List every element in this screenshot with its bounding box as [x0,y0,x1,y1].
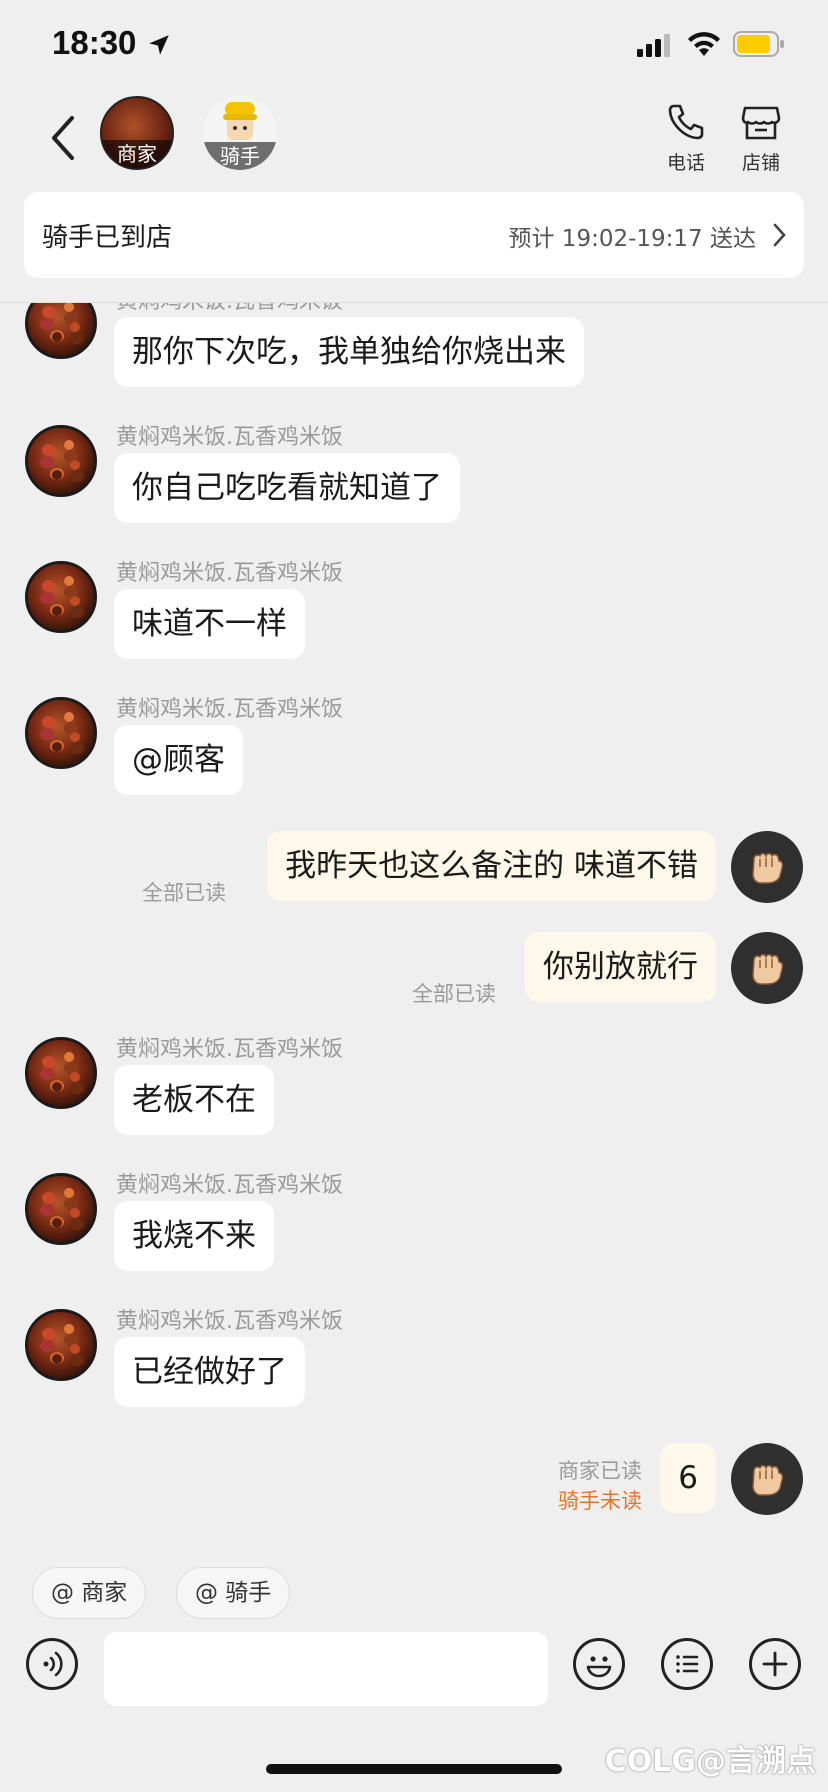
delivery-status-banner[interactable]: 骑手已到店 预计 19:02-19:17 送达 [24,192,804,278]
mention-merchant-chip[interactable]: @ 商家 [32,1567,147,1619]
user-avatar[interactable] [731,932,803,1004]
merchant-message-avatar[interactable] [25,1309,97,1381]
user-avatar[interactable] [731,831,803,903]
location-arrow-icon [149,35,169,55]
watermark: COLG@言溯点 [604,1744,816,1779]
merchant-message-avatar[interactable] [25,1173,97,1245]
status-bar: 18:30 [0,0,828,90]
more-options-button[interactable] [661,1638,713,1690]
mention-rider-chip[interactable]: @ 骑手 [176,1567,291,1619]
delivery-status-text: 骑手已到店 [42,223,173,253]
message-bubble[interactable]: 老板不在 [114,1065,274,1135]
message-sender-name: 黄焖鸡米饭.瓦香鸡米饭 [116,561,343,586]
message-input[interactable] [104,1632,548,1706]
message-bubble[interactable]: 你别放就行 [525,932,716,1002]
battery-icon [733,31,784,57]
message-bubble[interactable]: 那你下次吃，我单独给你烧出来 [114,317,584,387]
message-bubble[interactable]: 你自己吃吃看就知道了 [114,453,460,523]
chat-message-list[interactable]: 黄焖鸡米饭.瓦香鸡米饭 那你下次吃，我单独给你烧出来 黄焖鸡米饭.瓦香鸡米饭 你… [0,303,828,1543]
add-icon [762,1651,788,1677]
read-status: 全部已读 [142,881,226,905]
rider-avatar-tag: 骑手 [203,142,277,170]
read-status-rider: 骑手未读 [558,1489,642,1513]
fist-icon [752,1465,784,1496]
message-bubble[interactable]: 我烧不来 [114,1201,274,1271]
user-avatar[interactable] [731,1443,803,1515]
emoji-icon [586,1656,612,1678]
merchant-avatar-tag: 商家 [102,140,172,168]
message-bubble[interactable]: 6 [660,1443,716,1513]
chat-header: 商家 骑手 电话 店铺 [0,90,828,190]
phone-button[interactable]: 电话 [656,100,716,180]
status-time: 18:30 [52,24,137,61]
shop-button[interactable]: 店铺 [731,100,791,180]
message-sender-name: 黄焖鸡米饭.瓦香鸡米饭 [116,1173,343,1198]
message-bubble[interactable]: @顾客 [114,725,243,795]
add-button[interactable] [749,1638,801,1690]
shop-label: 店铺 [741,152,780,174]
input-bar [0,1630,828,1710]
message-bubble[interactable]: 味道不一样 [114,589,305,659]
voice-icon [43,1651,63,1677]
message-sender-name: 黄焖鸡米饭.瓦香鸡米饭 [116,1309,343,1334]
merchant-message-avatar[interactable] [25,303,97,359]
message-bubble[interactable]: 已经做好了 [114,1337,305,1407]
mention-bar: @ 商家 @ 骑手 [0,1545,828,1635]
home-indicator[interactable] [266,1764,562,1774]
merchant-message-avatar[interactable] [25,561,97,633]
message-bubble[interactable]: 我昨天也这么备注的 味道不错 [267,831,716,901]
voice-button[interactable] [26,1638,78,1690]
wifi-icon [688,32,720,56]
message-sender-name: 黄焖鸡米饭.瓦香鸡米饭 [116,697,343,722]
shop-icon [741,106,781,140]
merchant-message-avatar[interactable] [25,425,97,497]
menu-icon [676,1655,699,1673]
read-status-merchant: 商家已读 [558,1459,642,1483]
phone-label: 电话 [666,152,705,174]
fist-icon [752,954,784,985]
message-sender-name: 黄焖鸡米饭.瓦香鸡米饭 [116,425,343,450]
merchant-message-avatar[interactable] [25,1037,97,1109]
merchant-message-avatar[interactable] [25,697,97,769]
back-button[interactable] [44,108,84,168]
message-sender-name: 黄焖鸡米饭.瓦香鸡米饭 [116,303,343,315]
phone-icon [668,104,704,140]
signal-icon [637,34,670,57]
emoji-button[interactable] [573,1638,625,1690]
delivery-eta-text: 预计 19:02-19:17 送达 [508,226,757,252]
read-status: 全部已读 [412,982,496,1006]
rider-avatar[interactable]: 骑手 [203,96,277,170]
fist-icon [752,853,784,884]
chevron-right-icon [773,223,786,247]
merchant-avatar[interactable]: 商家 [100,96,174,170]
message-sender-name: 黄焖鸡米饭.瓦香鸡米饭 [116,1037,343,1062]
